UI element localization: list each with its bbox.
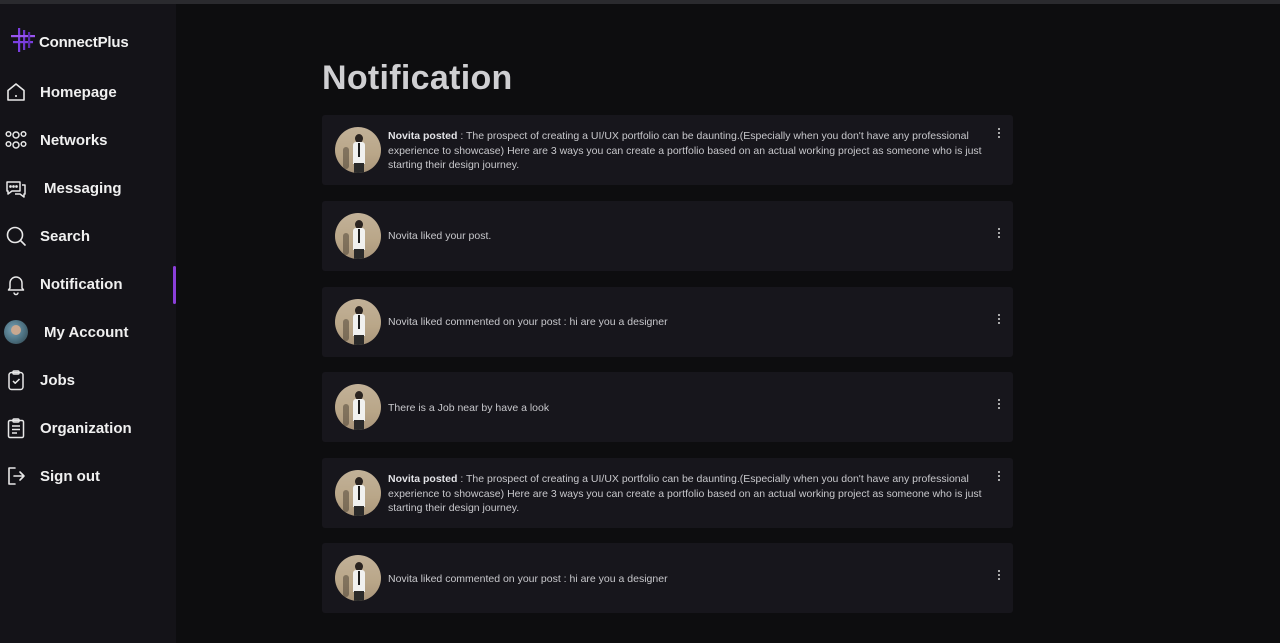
notification-message: Novita liked your post. bbox=[388, 230, 492, 242]
notification-card[interactable]: Novita liked your post. bbox=[322, 201, 1013, 271]
notification-actor: Novita posted bbox=[388, 130, 458, 142]
sidebar-item-label: Notification bbox=[40, 275, 123, 293]
sidebar-item-label: Search bbox=[40, 227, 91, 245]
network-icon bbox=[4, 128, 28, 152]
sidebar-item-sign-out[interactable]: Sign out bbox=[0, 452, 176, 500]
more-options-icon[interactable] bbox=[995, 569, 1003, 583]
sidebar-item-homepage[interactable]: Homepage bbox=[0, 68, 176, 116]
sidebar-item-networks[interactable]: Networks bbox=[0, 116, 176, 164]
notification-text: Novita liked your post. bbox=[388, 229, 988, 244]
avatar bbox=[335, 127, 381, 173]
notification-text: There is a Job near by have a look bbox=[388, 401, 988, 416]
more-options-icon[interactable] bbox=[995, 227, 1003, 241]
sidebar-item-label: Sign out bbox=[40, 467, 100, 485]
sidebar-item-label: Organization bbox=[40, 419, 132, 437]
brand[interactable]: ConnectPlus bbox=[9, 26, 129, 59]
brand-name: ConnectPlus bbox=[39, 34, 129, 51]
more-options-icon[interactable] bbox=[995, 398, 1003, 412]
sidebar-item-jobs[interactable]: Jobs bbox=[0, 356, 176, 404]
notification-message: : The prospect of creating a UI/UX portf… bbox=[388, 130, 982, 171]
sidebar-item-notification[interactable]: Notification bbox=[0, 260, 176, 308]
sidebar: ConnectPlus Homepage Networks Messaging … bbox=[0, 4, 176, 643]
sidebar-item-label: Networks bbox=[40, 131, 108, 149]
document-icon bbox=[4, 416, 28, 440]
sidebar-item-label: Messaging bbox=[44, 179, 122, 197]
notification-card[interactable]: Novita posted : The prospect of creating… bbox=[322, 115, 1013, 185]
notification-message: Novita liked commented on your post : hi… bbox=[388, 316, 668, 328]
avatar bbox=[335, 470, 381, 516]
chat-icon bbox=[4, 176, 28, 200]
notification-text: Novita posted : The prospect of creating… bbox=[388, 472, 988, 516]
sidebar-item-label: My Account bbox=[44, 323, 129, 341]
more-options-icon[interactable] bbox=[995, 127, 1003, 141]
notification-message: : The prospect of creating a UI/UX portf… bbox=[388, 473, 982, 514]
sidebar-item-label: Jobs bbox=[40, 371, 76, 389]
notification-text: Novita liked commented on your post : hi… bbox=[388, 315, 988, 330]
sidebar-item-label: Homepage bbox=[40, 83, 117, 101]
sidebar-nav: Homepage Networks Messaging Search Notif… bbox=[0, 68, 176, 500]
more-options-icon[interactable] bbox=[995, 313, 1003, 327]
sidebar-item-my-account[interactable]: My Account bbox=[0, 308, 176, 356]
search-icon bbox=[4, 224, 28, 248]
home-icon bbox=[4, 80, 28, 104]
sidebar-item-messaging[interactable]: Messaging bbox=[0, 164, 176, 212]
notification-card[interactable]: Novita liked commented on your post : hi… bbox=[322, 543, 1013, 613]
notification-text: Novita posted : The prospect of creating… bbox=[388, 129, 988, 173]
clipboard-check-icon bbox=[4, 368, 28, 392]
top-border bbox=[0, 0, 1280, 4]
notification-text: Novita liked commented on your post : hi… bbox=[388, 572, 988, 587]
bell-icon bbox=[4, 272, 28, 296]
connectplus-logo-icon bbox=[9, 26, 37, 59]
sign-out-icon bbox=[4, 464, 28, 488]
notification-card[interactable]: Novita posted : The prospect of creating… bbox=[322, 458, 1013, 528]
avatar bbox=[335, 384, 381, 430]
avatar bbox=[335, 213, 381, 259]
notification-card[interactable]: There is a Job near by have a look bbox=[322, 372, 1013, 442]
sidebar-item-organization[interactable]: Organization bbox=[0, 404, 176, 452]
notification-message: There is a Job near by have a look bbox=[388, 402, 550, 414]
sidebar-item-search[interactable]: Search bbox=[0, 212, 176, 260]
notification-message: Novita liked commented on your post : hi… bbox=[388, 573, 668, 585]
avatar bbox=[4, 320, 28, 344]
notification-card[interactable]: Novita liked commented on your post : hi… bbox=[322, 287, 1013, 357]
more-options-icon[interactable] bbox=[995, 470, 1003, 484]
avatar bbox=[335, 555, 381, 601]
active-indicator bbox=[173, 266, 176, 304]
page-title: Notification bbox=[322, 59, 513, 97]
notification-actor: Novita posted bbox=[388, 473, 458, 485]
avatar bbox=[335, 299, 381, 345]
